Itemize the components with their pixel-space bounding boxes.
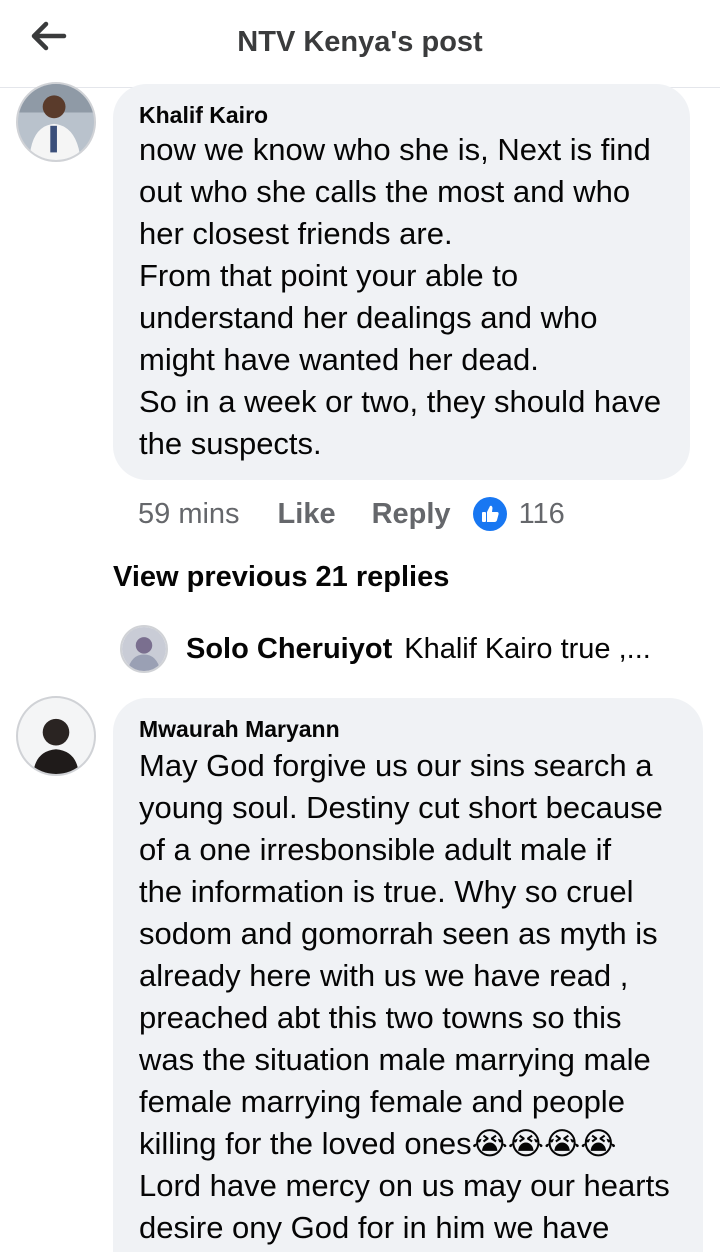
avatar-solo-cheruiyot[interactable] [120, 625, 168, 673]
thumbs-up-icon[interactable] [472, 497, 507, 531]
reply-preview-text[interactable]: Khalif Kairo true ,... [404, 633, 651, 666]
reaction-count[interactable]: 116 [519, 498, 565, 531]
top-bar: NTV Kenya's post [0, 0, 720, 88]
comment-text: now we know who she is, Next is find out… [139, 132, 662, 461]
comment-author[interactable]: Khalif Kairo [139, 102, 268, 129]
page-title: NTV Kenya's post [237, 26, 483, 58]
avatar-mwaurah-maryann[interactable] [16, 696, 96, 776]
comment-timestamp: 59 mins [138, 497, 240, 530]
avatar-khalif-kairo[interactable] [16, 82, 96, 162]
comment-bubble-mwaurah: Mwaurah Maryann May God forgive us our s… [113, 698, 703, 1252]
comment-text: May God forgive us our sins search a you… [139, 748, 670, 1245]
view-previous-replies-link[interactable]: View previous 21 replies [113, 561, 449, 594]
reply-preview-row[interactable]: Solo Cheruiyot Khalif Kairo true ,... [120, 624, 700, 674]
like-button[interactable]: Like [278, 498, 336, 531]
reply-button[interactable]: Reply [372, 498, 451, 531]
comment-author[interactable]: Mwaurah Maryann [139, 716, 340, 743]
comment-bubble-khalif: Khalif Kairo now we know who she is, Nex… [113, 84, 690, 480]
comment-actions: 59 mins Like Reply 116 [138, 494, 565, 534]
reply-author[interactable]: Solo Cheruiyot [186, 633, 392, 666]
